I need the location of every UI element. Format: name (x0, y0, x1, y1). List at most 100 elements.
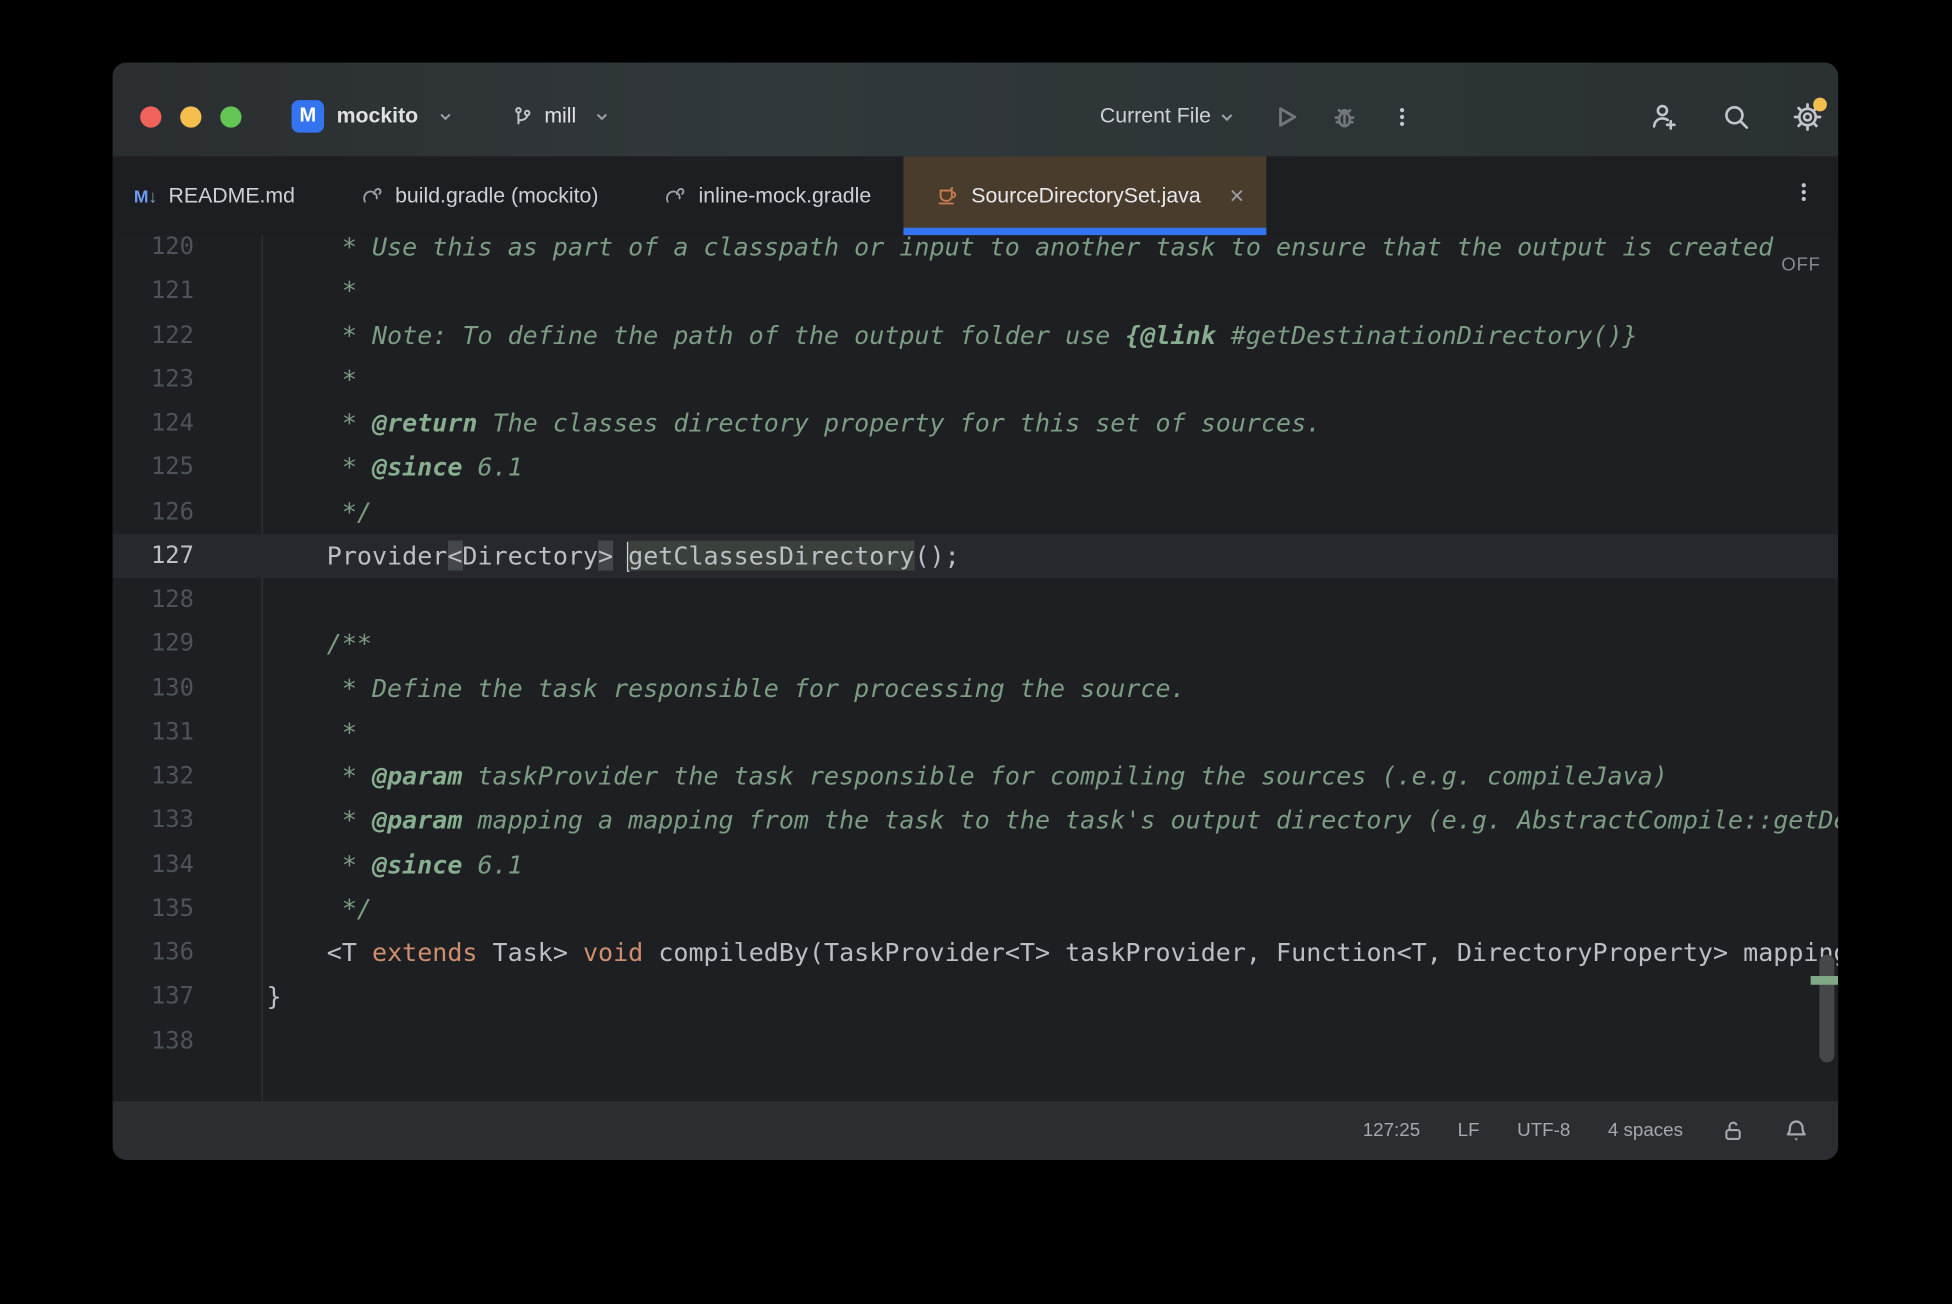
tab-build-gradle[interactable]: build.gradle (mockito) (328, 156, 631, 235)
line-number[interactable]: 127 (113, 534, 194, 578)
line-number[interactable]: 136 (113, 931, 194, 975)
code-line-132[interactable]: 132 * @param taskProvider the task respo… (113, 755, 1839, 799)
code-with-me-user-add-icon[interactable] (1649, 101, 1680, 132)
code-text[interactable]: * @param mapping a mapping from the task… (267, 799, 1838, 843)
project-widget[interactable]: M mockito (291, 95, 456, 138)
tab-list-kebab-icon[interactable] (1792, 156, 1816, 227)
code-token: mapping a mapping from the task to the t… (477, 804, 1838, 835)
tab-readme-md[interactable]: M↓ README.md (113, 156, 328, 235)
close-window-button[interactable] (140, 105, 162, 128)
line-number[interactable]: 125 (113, 446, 194, 490)
run-configuration-selector[interactable]: Current File (1100, 104, 1211, 129)
notifications-bell-icon[interactable] (1783, 1117, 1809, 1143)
project-name: mockito (336, 103, 419, 128)
code-text[interactable]: */ (267, 490, 372, 534)
code-editor[interactable]: 120 * Use this as part of a classpath or… (112, 235, 1839, 1102)
code-line-131[interactable]: 131 * (113, 710, 1839, 754)
line-number[interactable]: 138 (113, 1019, 194, 1063)
line-number[interactable]: 122 (113, 313, 194, 357)
line-separator-widget[interactable]: LF (1458, 1120, 1480, 1141)
gradle-icon (664, 184, 688, 208)
zoom-window-button[interactable] (220, 105, 242, 128)
code-token: extends (372, 937, 478, 968)
code-text[interactable]: * @param taskProvider the task responsib… (267, 755, 1668, 799)
code-line-134[interactable]: 134 * @since 6.1 (113, 843, 1839, 887)
tab-inline-mock-gradle[interactable]: inline-mock.gradle (631, 156, 904, 235)
line-number[interactable]: 132 (113, 755, 194, 799)
chevron-down-icon[interactable] (1216, 106, 1237, 127)
code-text[interactable]: * @return The classes directory property… (267, 402, 1322, 446)
encoding-widget[interactable]: UTF-8 (1517, 1120, 1570, 1141)
code-text[interactable]: Provider<Directory> getClassesDirectory(… (267, 534, 960, 578)
code-text[interactable]: * Define the task responsible for proces… (267, 666, 1186, 710)
code-token: * (266, 275, 357, 306)
line-number[interactable]: 124 (113, 402, 194, 446)
line-number[interactable]: 126 (113, 490, 194, 534)
code-text[interactable]: * (267, 358, 357, 402)
code-line-124[interactable]: 124 * @return The classes directory prop… (113, 402, 1839, 446)
lock-open-icon[interactable] (1721, 1118, 1746, 1143)
code-token: @param (372, 804, 463, 835)
line-number[interactable]: 121 (113, 269, 194, 313)
code-token: * (266, 452, 373, 483)
code-token: getClassesDirectory (628, 540, 915, 571)
code-text[interactable]: * @since 6.1 (267, 446, 523, 490)
search-icon[interactable] (1721, 101, 1752, 132)
code-line-136[interactable]: 136 <T extends Task> void compiledBy(Tas… (113, 931, 1838, 975)
vertical-scrollbar-thumb[interactable] (1819, 954, 1835, 1063)
code-text[interactable]: * Note: To define the path of the output… (267, 313, 1638, 357)
code-line-127[interactable]: 127 Provider<Directory> getClassesDirect… (112, 533, 1839, 579)
more-actions-kebab-icon[interactable] (1390, 104, 1414, 128)
code-line-128[interactable]: 128 (113, 578, 1839, 622)
editor-tab-bar: M↓ README.md build.gradle (mockito) inli… (112, 156, 1839, 236)
line-number[interactable]: 130 (113, 666, 194, 710)
code-line-120[interactable]: 120 * Use this as part of a classpath or… (113, 235, 1839, 269)
code-line-125[interactable]: 125 * @since 6.1 (113, 446, 1839, 490)
tab-sourcedirectoryset-java[interactable]: SourceDirectorySet.java × (903, 156, 1267, 236)
minimize-window-button[interactable] (180, 105, 202, 128)
line-number[interactable]: 120 (113, 235, 194, 269)
code-line-121[interactable]: 121 * (113, 269, 1839, 313)
code-line-129[interactable]: 129 /** (113, 622, 1839, 666)
code-line-133[interactable]: 133 * @param mapping a mapping from the … (113, 799, 1838, 843)
code-line-135[interactable]: 135 */ (113, 887, 1839, 931)
code-text[interactable]: */ (267, 887, 372, 931)
code-line-130[interactable]: 130 * Define the task responsible for pr… (113, 666, 1839, 710)
code-rows: 120 * Use this as part of a classpath or… (112, 235, 1839, 1063)
code-line-122[interactable]: 122 * Note: To define the path of the ou… (113, 313, 1839, 357)
line-number[interactable]: 135 (113, 887, 194, 931)
tab-label: inline-mock.gradle (698, 183, 872, 208)
code-line-123[interactable]: 123 * (113, 358, 1839, 402)
code-text[interactable]: * (267, 710, 357, 754)
code-line-137[interactable]: 137} (113, 975, 1839, 1019)
code-text[interactable]: } (267, 975, 282, 1019)
code-text[interactable]: * @since 6.1 (267, 843, 523, 887)
code-line-138[interactable]: 138 (113, 1019, 1839, 1063)
line-number[interactable]: 131 (113, 710, 194, 754)
line-number[interactable]: 129 (113, 622, 194, 666)
indent-widget[interactable]: 4 spaces (1608, 1120, 1683, 1141)
debug-button-icon[interactable] (1329, 101, 1360, 132)
code-token: * Use this as part of a classpath or inp… (266, 235, 1774, 262)
change-marker (1810, 976, 1839, 985)
run-button-icon[interactable] (1270, 101, 1301, 132)
code-token: @param (372, 760, 463, 791)
line-number[interactable]: 137 (113, 975, 194, 1019)
code-text[interactable]: * (267, 269, 357, 313)
close-tab-icon[interactable]: × (1229, 183, 1244, 208)
caret-position-widget[interactable]: 127:25 (1363, 1120, 1420, 1141)
code-token: @return (372, 407, 478, 438)
vcs-widget[interactable]: mill (511, 95, 612, 138)
code-token: < (447, 540, 463, 571)
line-number[interactable]: 123 (113, 358, 194, 402)
line-number[interactable]: 128 (113, 578, 194, 622)
settings-gear-icon[interactable] (1792, 96, 1827, 132)
code-text[interactable]: <T extends Task> void compiledBy(TaskPro… (267, 931, 1838, 975)
tab-label: build.gradle (mockito) (395, 183, 599, 208)
code-line-126[interactable]: 126 */ (113, 490, 1839, 534)
code-token: taskProvider the task responsible for co… (462, 760, 1668, 791)
code-text[interactable]: /** (267, 622, 372, 666)
code-text[interactable]: * Use this as part of a classpath or inp… (267, 235, 1774, 269)
line-number[interactable]: 133 (113, 799, 194, 843)
line-number[interactable]: 134 (113, 843, 194, 887)
